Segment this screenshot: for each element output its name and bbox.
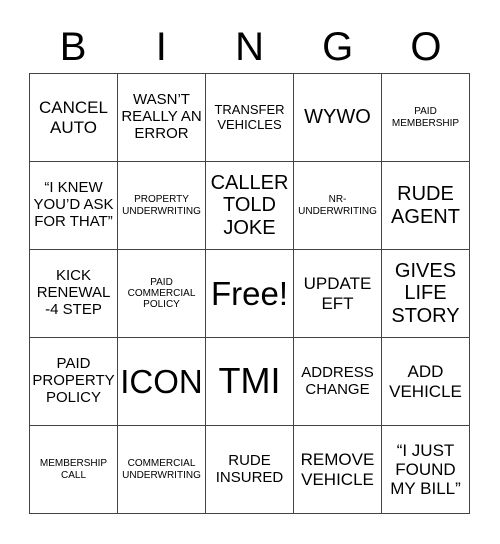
bingo-cell[interactable]: PAID MEMBERSHIP [382,74,470,162]
bingo-cell[interactable]: WASN’T REALLY AN ERROR [118,74,206,162]
bingo-cell[interactable]: TRANSFER VEHICLES [206,74,294,162]
header-letter-b: B [59,25,87,69]
bingo-cell[interactable]: RUDE INSURED [206,426,294,514]
bingo-card: CANCEL AUTO WASN’T REALLY AN ERROR TRANS… [29,73,470,514]
bingo-cell[interactable]: COMMERCIAL UNDERWRITING [118,426,206,514]
bingo-cell[interactable]: GIVES LIFE STORY [382,250,470,338]
header-letter-i: I [155,25,167,69]
free-space[interactable]: Free! [206,250,294,338]
header-letter-n: N [235,25,264,69]
header-letter-o: O [410,25,442,69]
bingo-header: B I N G O [29,22,470,72]
bingo-cell[interactable]: “I KNEW YOU’D ASK FOR THAT” [30,162,118,250]
bingo-cell[interactable]: CANCEL AUTO [30,74,118,162]
bingo-cell[interactable]: PAID PROPERTY POLICY [30,338,118,426]
bingo-cell[interactable]: MEMBERSHIP CALL [30,426,118,514]
bingo-cell[interactable]: REMOVE VEHICLE [294,426,382,514]
bingo-cell[interactable]: RUDE AGENT [382,162,470,250]
bingo-cell[interactable]: ADD VEHICLE [382,338,470,426]
bingo-cell[interactable]: NR-UNDERWRITING [294,162,382,250]
bingo-cell[interactable]: KICK RENEWAL -4 STEP [30,250,118,338]
bingo-cell[interactable]: CALLER TOLD JOKE [206,162,294,250]
bingo-cell[interactable]: UPDATE EFT [294,250,382,338]
bingo-cell[interactable]: PROPERTY UNDERWRITING [118,162,206,250]
bingo-cell[interactable]: ICON [118,338,206,426]
header-letter-g: G [322,25,354,69]
bingo-cell[interactable]: ADDRESS CHANGE [294,338,382,426]
bingo-cell[interactable]: WYWO [294,74,382,162]
bingo-cell[interactable]: TMI [206,338,294,426]
bingo-cell[interactable]: PAID COMMERCIAL POLICY [118,250,206,338]
bingo-cell[interactable]: “I JUST FOUND MY BILL” [382,426,470,514]
